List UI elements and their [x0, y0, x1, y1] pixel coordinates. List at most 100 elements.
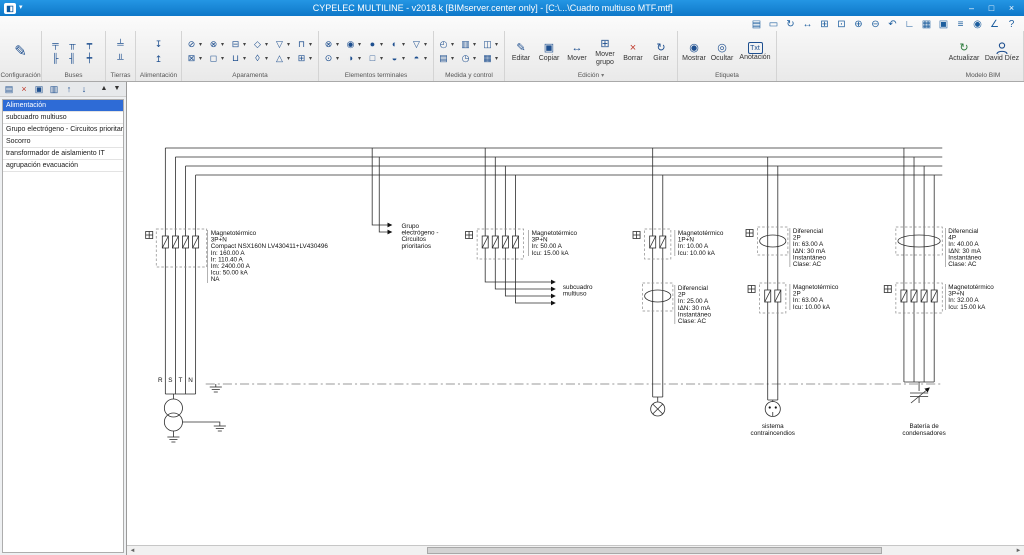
bus-tool-icon[interactable]: ╥ [66, 38, 79, 51]
switchgear-tool[interactable]: ⊓▾ [295, 38, 315, 51]
earth-tool-icon[interactable]: ╧ [114, 38, 127, 51]
move-group-button[interactable]: ⊞Mover grupo [592, 36, 618, 67]
conductor[interactable] [653, 397, 663, 402]
measure-tool[interactable]: ◴▾ [437, 38, 457, 51]
terminal-connector-symbol[interactable] [146, 232, 153, 239]
differential-symbol[interactable] [760, 235, 786, 247]
measure-tool[interactable]: ▥▾ [459, 38, 479, 51]
capacitor-bank-circuit-group[interactable]: Diferencial 4P In: 40.00 A IΔN: 30 mA In… [884, 148, 994, 437]
terminal-tool[interactable]: ◐▾ [388, 38, 408, 51]
edit-button[interactable]: ✎Editar [508, 40, 534, 63]
drawing-canvas[interactable]: Magnetotérmico 3P+N Compact NSX160N LV43… [127, 82, 1024, 555]
single-line-diagram[interactable]: Magnetotérmico 3P+N Compact NSX160N LV43… [127, 82, 1024, 545]
redraw-icon[interactable]: ↻ [784, 18, 797, 31]
app-menu-caret-icon[interactable]: ▾ [19, 1, 23, 15]
conductor[interactable] [653, 148, 663, 397]
incomer-group[interactable]: Magnetotérmico 3P+N Compact NSX160N LV43… [146, 148, 329, 442]
switchgear-tool[interactable]: ⊔▾ [229, 52, 249, 65]
conductor[interactable] [165, 394, 195, 399]
terminal-connector-symbol[interactable] [746, 230, 753, 237]
user-account-button[interactable]: David Díez [984, 40, 1020, 63]
zoom-window-icon[interactable]: ⊞ [818, 18, 831, 31]
print-icon[interactable]: ▤ [750, 18, 763, 31]
breaker-box[interactable] [645, 229, 671, 259]
ground-symbol[interactable] [167, 437, 179, 442]
move-down-icon[interactable]: ↓ [78, 83, 90, 95]
terminal-tool[interactable]: □▾ [366, 52, 386, 65]
terminal-tool[interactable]: ⊙▾ [322, 52, 342, 65]
app-icon[interactable]: ◧ [4, 3, 16, 14]
zoom-in-icon[interactable]: ⊕ [852, 18, 865, 31]
terminal-connector-symbol[interactable] [748, 286, 755, 293]
earth-tool-icon[interactable]: ╨ [114, 53, 127, 66]
lamp-symbol[interactable] [651, 402, 665, 416]
differential-box[interactable] [643, 283, 673, 311]
breaker-pole-symbol[interactable] [172, 236, 178, 248]
copy-button[interactable]: ▣Copiar [536, 40, 562, 63]
switchgear-tool[interactable]: ⊘▾ [185, 38, 205, 51]
scrollbar-thumb[interactable] [427, 547, 882, 554]
terminal-tool[interactable]: ◑▾ [344, 52, 364, 65]
conductor[interactable] [904, 382, 934, 391]
pan-icon[interactable]: ↔ [801, 18, 814, 31]
terminal-tool[interactable]: ●▾ [366, 38, 386, 51]
move-button[interactable]: ↔Mover [564, 40, 590, 63]
conductor[interactable] [904, 148, 934, 382]
scrollbar-track[interactable] [138, 546, 1013, 555]
feed-tool-icon[interactable]: ↧ [152, 38, 165, 51]
differential-box[interactable] [758, 227, 788, 255]
sort-down-icon[interactable]: ▼ [111, 83, 123, 95]
breaker-pole-symbol[interactable] [182, 236, 188, 248]
ground-symbol[interactable] [210, 387, 222, 392]
breaker-pole-symbol[interactable] [502, 236, 508, 248]
breaker-pole-symbol[interactable] [911, 290, 917, 302]
terminal-connector-symbol[interactable] [633, 232, 640, 239]
differential-symbol[interactable] [645, 290, 671, 302]
generator-feeder-group[interactable]: Grupo electrógeno - Circuitos prioritari… [372, 148, 438, 250]
terminal-connector-symbol[interactable] [466, 232, 473, 239]
list-item-transformador[interactable]: transformador de aislamiento IT [3, 148, 123, 160]
terminal-connector-symbol[interactable] [884, 286, 891, 293]
bus-tool-icon[interactable]: ┯ [83, 38, 96, 51]
horizontal-scrollbar[interactable]: ◄ ► [127, 545, 1024, 555]
bus-tool-icon[interactable]: ╟ [49, 52, 62, 65]
breaker-pole-symbol[interactable] [512, 236, 518, 248]
feed-tool-icon[interactable]: ↥ [152, 53, 165, 66]
measure-tool[interactable]: ◫▾ [481, 38, 501, 51]
switchgear-tool[interactable]: ◻▾ [207, 52, 227, 65]
conductor[interactable] [182, 422, 219, 426]
list-item-alimentacion[interactable]: Alimentación [3, 100, 123, 112]
help-icon[interactable]: ? [1005, 18, 1018, 31]
hide-labels-button[interactable]: ◎Ocultar [709, 40, 735, 63]
differential-box[interactable] [896, 227, 942, 255]
sort-up-icon[interactable]: ▲ [98, 83, 110, 95]
update-bim-button[interactable]: ↻Actualizar [946, 40, 982, 63]
ortho-icon[interactable]: ∟ [903, 18, 916, 31]
breaker-pole-symbol[interactable] [901, 290, 907, 302]
terminal-tool[interactable]: ◉▾ [344, 38, 364, 51]
minimize-button[interactable]: – [963, 1, 980, 15]
switchgear-tool[interactable]: ⊠▾ [185, 52, 205, 65]
measure-tool[interactable]: ◷▾ [459, 52, 479, 65]
delete-item-icon[interactable]: × [18, 83, 30, 95]
bus-tool-icon[interactable]: ╤ [49, 38, 62, 51]
breaker-pole-symbol[interactable] [660, 236, 666, 248]
layers-icon[interactable]: ≡ [954, 18, 967, 31]
previous-view-icon[interactable]: ↶ [886, 18, 899, 31]
list-item-socorro[interactable]: Socorro [3, 136, 123, 148]
measure-tool[interactable]: ▤▾ [437, 52, 457, 65]
annotation-button[interactable]: TxtAnotación [737, 41, 773, 62]
move-up-icon[interactable]: ↑ [63, 83, 75, 95]
breaker-pole-symbol[interactable] [482, 236, 488, 248]
list-item-subcuadro[interactable]: subcuadro multiuso [3, 112, 123, 124]
configuration-pencil-icon[interactable]: ✎ [11, 42, 31, 62]
paste-item-icon[interactable]: ▥ [48, 83, 60, 95]
show-labels-button[interactable]: ◉Mostrar [681, 40, 707, 63]
transformer-symbol[interactable] [164, 399, 182, 417]
conductor[interactable] [372, 148, 391, 225]
fire-system-circuit-group[interactable]: Diferencial 2P In: 63.00 A IΔN: 30 mA In… [746, 157, 839, 437]
bus-tool-icon[interactable]: ╢ [66, 52, 79, 65]
scroll-left-icon[interactable]: ◄ [127, 548, 138, 554]
terminal-tool[interactable]: ◓▾ [410, 52, 430, 65]
breaker-pole-symbol[interactable] [650, 236, 656, 248]
